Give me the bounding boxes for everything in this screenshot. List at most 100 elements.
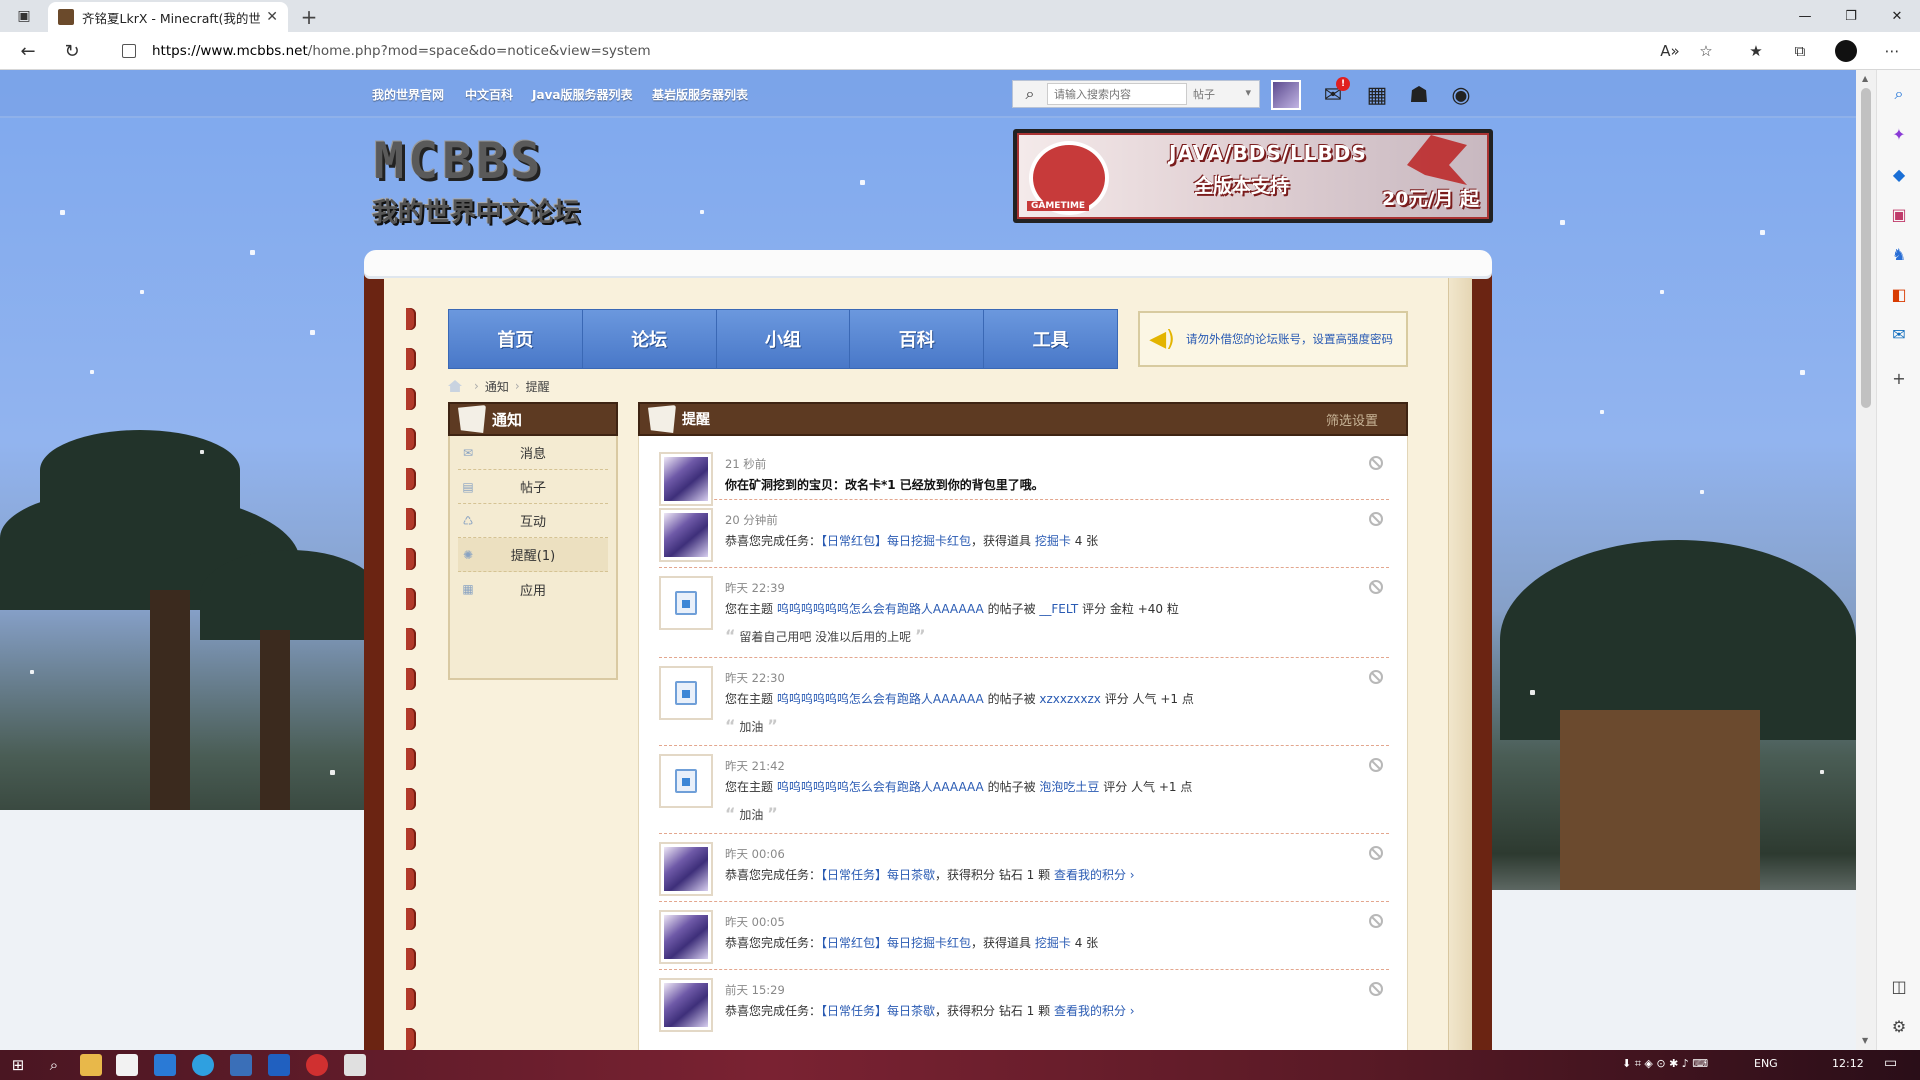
crafting-box-icon[interactable]: ▦ (1362, 81, 1392, 109)
toplink-bedrock-servers[interactable]: 基岩版服务器列表 (652, 86, 748, 103)
user-link[interactable]: 泡泡吃土豆 (1039, 780, 1099, 794)
task-link[interactable]: 【日常任务】每日茶歇 (821, 1004, 935, 1018)
search-icon[interactable]: ⌕ (1013, 81, 1047, 107)
back-icon[interactable]: ← (14, 38, 42, 64)
settings-gear-icon[interactable]: ⚙ (1887, 1014, 1911, 1038)
ignore-icon[interactable] (1369, 758, 1383, 772)
close-window-button[interactable]: ✕ (1874, 0, 1920, 32)
scroll-down-arrow-icon[interactable]: ▼ (1862, 1036, 1868, 1045)
nav-tools[interactable]: 工具 (984, 310, 1117, 368)
add-icon[interactable]: + (1887, 366, 1911, 390)
toplink-java-servers[interactable]: Java版服务器列表 (532, 86, 632, 103)
close-tab-icon[interactable]: ✕ (266, 9, 278, 25)
search-type-select[interactable]: 帖子 ▾ (1187, 86, 1259, 102)
copilot-icon[interactable]: ✦ (1887, 122, 1911, 146)
nav-wiki[interactable]: 百科 (850, 310, 985, 368)
toplink-wiki[interactable]: 中文百科 (465, 86, 513, 103)
language-indicator[interactable]: ENG (1754, 1057, 1778, 1070)
nav-forum[interactable]: 论坛 (582, 310, 717, 368)
app-icon[interactable] (306, 1054, 328, 1076)
sidebar-item-interact[interactable]: ♺ 互动 (458, 504, 608, 538)
mail-icon[interactable] (154, 1054, 176, 1076)
notice-avatar[interactable] (659, 508, 713, 562)
scroll-thumb[interactable] (1861, 88, 1871, 408)
sidebar-item-posts[interactable]: ▤ 帖子 (458, 470, 608, 504)
tools-icon[interactable]: ▣ (1887, 202, 1911, 226)
app-icon[interactable] (230, 1054, 252, 1076)
ignore-icon[interactable] (1369, 512, 1383, 526)
tray-icons[interactable]: ⬇ ⌗ ◈ ⊙ ✱ ♪ ⌨ (1622, 1057, 1708, 1071)
ad-banner[interactable]: GAMETIME JAVA/BDS/LLBDS 全版本支持 20元/月 起 (1013, 129, 1493, 223)
task-link[interactable]: 【日常任务】每日茶歇 (821, 868, 935, 882)
notice-avatar[interactable] (659, 842, 713, 896)
search-input[interactable] (1047, 83, 1187, 105)
breadcrumb-notice[interactable]: 通知 (485, 378, 509, 395)
outlook-icon[interactable]: ✉ (1887, 322, 1911, 346)
ignore-icon[interactable] (1369, 670, 1383, 684)
hide-sidebar-icon[interactable]: ◫ (1887, 974, 1911, 998)
ignore-icon[interactable] (1369, 580, 1383, 594)
minimize-button[interactable]: — (1782, 0, 1828, 32)
scroll-up-arrow-icon[interactable]: ▲ (1862, 74, 1868, 83)
ignore-icon[interactable] (1369, 914, 1383, 928)
read-aloud-icon[interactable]: A» (1656, 38, 1684, 64)
notice-avatar[interactable] (659, 978, 713, 1032)
sidebar-item-reminders[interactable]: ✺ 提醒(1) (458, 538, 608, 572)
ignore-icon[interactable] (1369, 982, 1383, 996)
toplink-official[interactable]: 我的世界官网 (372, 86, 444, 103)
breadcrumb-reminder[interactable]: 提醒 (526, 378, 550, 395)
user-avatar[interactable] (1271, 80, 1301, 110)
nav-groups[interactable]: 小组 (716, 310, 851, 368)
notice-avatar[interactable] (659, 910, 713, 964)
shopping-tag-icon[interactable]: ◆ (1887, 162, 1911, 186)
store-icon[interactable] (116, 1054, 138, 1076)
new-tab-button[interactable]: + (296, 4, 322, 30)
user-link[interactable]: __FELT (1039, 602, 1078, 616)
page-scrollbar[interactable]: ▲ ▼ (1856, 70, 1876, 1050)
task-link[interactable]: 【日常红包】每日挖掘卡红包 (821, 936, 971, 950)
sidebar-item-apps[interactable]: ▦ 应用 (458, 572, 608, 606)
view-credits-link[interactable]: 查看我的积分 › (1054, 868, 1135, 882)
task-link[interactable]: 【日常红包】每日挖掘卡红包 (821, 534, 971, 548)
restore-button[interactable]: ❐ (1828, 0, 1874, 32)
notification-center-icon[interactable]: ▭ (1884, 1055, 1897, 1071)
thread-link[interactable]: 呜呜呜呜呜呜怎么会有跑路人AAAAAA (777, 780, 984, 794)
item-link[interactable]: 挖掘卡 (1035, 534, 1071, 548)
windows-start-icon[interactable]: ⊞ (4, 1053, 32, 1077)
clock[interactable]: 12:12 (1832, 1057, 1864, 1070)
thread-link[interactable]: 呜呜呜呜呜呜怎么会有跑路人AAAAAA (777, 692, 984, 706)
filter-settings-link[interactable]: 筛选设置 (1326, 410, 1378, 429)
site-logo[interactable]: MCBBS 我的世界中文论坛 (370, 132, 632, 228)
notice-avatar[interactable] (659, 452, 713, 506)
favorites-icon[interactable]: ★ (1742, 38, 1770, 64)
browser-tab[interactable]: 齐铭夏LkrX - Minecraft(我的世界 ✕ (48, 2, 288, 32)
view-credits-link[interactable]: 查看我的积分 › (1054, 1004, 1135, 1018)
favorite-star-icon[interactable]: ☆ (1692, 38, 1720, 64)
more-menu-icon[interactable]: ⋯ (1878, 38, 1906, 64)
cookie-shop-icon[interactable]: ◉ (1446, 81, 1476, 109)
user-center-icon[interactable]: ☗ (1404, 81, 1434, 109)
search-icon[interactable]: ⌕ (40, 1053, 68, 1077)
search-icon[interactable]: ⌕ (1887, 82, 1911, 106)
games-icon[interactable]: ♞ (1887, 242, 1911, 266)
item-link[interactable]: 挖掘卡 (1035, 936, 1071, 950)
ignore-icon[interactable] (1369, 846, 1383, 860)
url-field[interactable]: https://www.mcbbs.net /home.php?mod=spac… (108, 37, 1708, 65)
reload-icon[interactable]: ↻ (58, 38, 86, 64)
notification-icon[interactable]: ✉! (1318, 77, 1350, 109)
app-icon[interactable] (344, 1054, 366, 1076)
home-icon[interactable] (448, 380, 462, 392)
thread-link[interactable]: 呜呜呜呜呜呜怎么会有跑路人AAAAAA (777, 602, 984, 616)
profile-avatar[interactable] (1835, 40, 1857, 62)
tab-actions-icon[interactable]: ▣ (10, 0, 38, 32)
user-link[interactable]: xzxxzxxzx (1039, 692, 1101, 706)
ignore-icon[interactable] (1369, 456, 1383, 470)
security-notice-text[interactable]: 请勿外借您的论坛账号，设置高强度密码 (1186, 332, 1393, 347)
sidebar-item-messages[interactable]: ✉ 消息 (458, 436, 608, 470)
file-explorer-icon[interactable] (80, 1054, 102, 1076)
app-icon[interactable] (268, 1054, 290, 1076)
collections-icon[interactable]: ⧉ (1786, 38, 1814, 64)
edge-icon[interactable] (192, 1054, 214, 1076)
nav-home[interactable]: 首页 (449, 310, 583, 368)
office-icon[interactable]: ◧ (1887, 282, 1911, 306)
